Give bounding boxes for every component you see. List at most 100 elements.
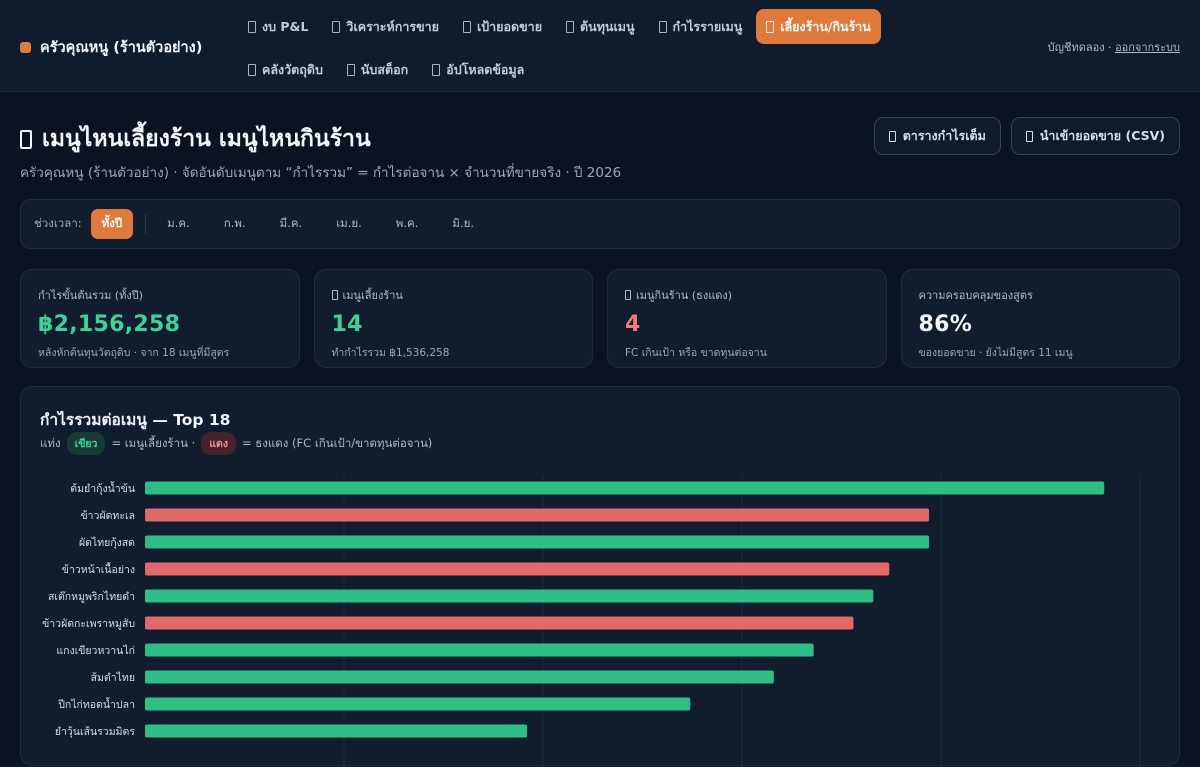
bar-red-flag[interactable] [145, 616, 854, 630]
nav-menu-profit[interactable]: กำไรรายเมนู [649, 9, 753, 44]
nav-menu-cost-label: ต้นทุนเมนู [580, 18, 635, 34]
import-icon [1025, 130, 1033, 142]
page-title-text: เมนูไหนเลี้ยงร้าน เมนูไหนกินร้าน [42, 126, 371, 152]
bar-label: ข้าวผัดกะเพราหมูสับ [42, 618, 135, 630]
nav-pnl-label: งบ P&L [262, 18, 309, 34]
period-filter-divider [145, 214, 147, 234]
nav-sales-analysis[interactable]: วิเคราะห์การขาย [322, 9, 449, 44]
kpi-value: 14 [331, 312, 363, 337]
nav-menu-profit-icon [658, 20, 667, 33]
nav-pnl[interactable]: งบ P&L [238, 9, 318, 44]
bar-profitable[interactable] [145, 535, 930, 549]
bar-profitable[interactable] [145, 724, 528, 738]
legend-green-pill: เขียว [66, 432, 106, 455]
logout-link[interactable]: ออกจากระบบ [1115, 41, 1180, 54]
nav-menu-engineering-label: เลี้ยงร้าน/กินร้าน [780, 18, 871, 34]
bar-label: ปีกไก่ทอดน้ำปลา [58, 697, 135, 711]
nav-menu-cost[interactable]: ต้นทุนเมนู [556, 9, 645, 44]
page-subtitle: ครัวคุณหนู (ร้านตัวอย่าง) · จัดอันดับเมน… [20, 165, 622, 181]
kpi-note: ของยอดขาย · ยังไม่มีสูตร 11 เมนู [918, 347, 1073, 359]
nav-upload[interactable]: อัปโหลดข้อมูล [422, 52, 534, 87]
header-actions: ตารางกำไรเต็ม นำเข้ายอดขาย (CSV) [873, 117, 1180, 155]
bar-label: ผัดไทยกุ้งสด [79, 536, 135, 549]
nav-sales-target-icon [462, 20, 471, 33]
kpi-note: ทำกำไรรวม ฿1,536,258 [331, 347, 450, 359]
bar-label: ต้มยำกุ้งน้ำข้น [70, 481, 135, 495]
chart-legend: แท่ง เขียว = เมนูเลี้ยงร้าน · แดง = ธงแด… [40, 432, 432, 455]
nav-menu-cost-icon [566, 20, 575, 33]
period-filter: ช่วงเวลา: ทั้งปี ม.ค. ก.พ. มี.ค. เม.ย. พ.ค. ม… [20, 199, 1180, 249]
top-navigation-bar: ครัวคุณหนู (ร้านตัวอย่าง) งบ P&L วิเคราะห… [0, 0, 1200, 92]
profit-table-button[interactable]: ตารางกำไรเต็ม [873, 117, 1001, 155]
brand-name: ครัวคุณหนู (ร้านตัวอย่าง) [40, 40, 203, 56]
kpi-note: หลังหักต้นทุนวัตถุดิบ · จาก 18 เมนูที่มี… [38, 347, 230, 359]
account-separator: · [1104, 41, 1116, 54]
bar-red-flag[interactable] [145, 508, 930, 522]
bar-red-flag[interactable] [145, 562, 890, 576]
kpi-label: กำไรขั้นต้นรวม (ทั้งปี) [38, 286, 282, 304]
nav-inventory-label: คลังวัตถุดิบ [262, 61, 323, 77]
period-chip-month-5[interactable]: พ.ค. [385, 209, 430, 239]
chart-title: กำไรรวมต่อเมนู — Top 18 [40, 411, 231, 429]
kpi-row: กำไรขั้นต้นรวม (ทั้งปี) ฿2,156,258 หลังหัก… [20, 269, 1180, 368]
bar-profitable[interactable] [145, 697, 691, 711]
kpi-value: ฿2,156,258 [38, 312, 181, 337]
period-chip-month-6[interactable]: มิ.ย. [441, 209, 485, 239]
nav-stock-count[interactable]: นับสต็อก [337, 52, 418, 87]
table-icon [888, 130, 896, 142]
main-nav: งบ P&L วิเคราะห์การขาย เป้ายอดขาย ต้นทุนเมน… [238, 9, 938, 87]
kpi-label-text: ความครอบคลุมของสูตร [918, 289, 1033, 302]
bar-label: ข้าวผัดทะเล [80, 510, 135, 522]
kpi-label-text: กำไรขั้นต้นรวม (ทั้งปี) [38, 289, 143, 302]
nav-menu-profit-label: กำไรรายเมนู [672, 18, 743, 34]
kpi-value: 4 [625, 312, 641, 337]
kpi-label-text: เมนูกินร้าน (ธงแดง) [636, 289, 733, 302]
nav-sales-target[interactable]: เป้ายอดขาย [453, 9, 552, 44]
legend-prefix: แท่ง [40, 435, 61, 450]
kpi-label-text: เมนูเลี้ยงร้าน [342, 289, 403, 302]
page-title: เมนูไหนเลี้ยงร้าน เมนูไหนกินร้าน [20, 121, 371, 157]
kpi-card-2: เมนูเลี้ยงร้าน 14 ทำกำไรรวม ฿1,536,258 [313, 269, 593, 368]
kpi-value: 86% [918, 312, 973, 337]
period-chip-month-1[interactable]: ม.ค. [156, 209, 201, 239]
nav-sales-analysis-label: วิเคราะห์การขาย [346, 18, 439, 34]
period-chip-month-2[interactable]: ก.พ. [213, 209, 257, 239]
bar-label: แกงเขียวหวานไก่ [56, 644, 135, 657]
bar-label: ส้มตำไทย [91, 671, 135, 684]
nav-stock-count-label: นับสต็อก [360, 61, 409, 77]
brand[interactable]: ครัวคุณหนู (ร้านตัวอย่าง) [20, 36, 202, 59]
page-title-icon [20, 129, 32, 149]
period-chip-month-3[interactable]: มี.ค. [269, 209, 314, 239]
kpi-card-3: เมนูกินร้าน (ธงแดง) 4 FC เกินเป้า หรือ ขาด… [607, 269, 887, 368]
legend-red-text: = ธงแดง (FC เกินเป้า/ขาดทุนต่อจาน) [241, 435, 433, 450]
nav-pnl-icon [248, 20, 256, 33]
nav-stock-count-icon [346, 63, 355, 76]
kpi-label-icon [331, 290, 338, 300]
nav-inventory-icon [248, 63, 256, 76]
kpi-label: เมนูกินร้าน (ธงแดง) [625, 286, 869, 304]
bar-profitable[interactable] [145, 589, 874, 603]
menu-profit-chart-card: ต้มยำกุ้งน้ำข้นข้าวผัดทะเลผัดไทยกุ้งสดข้… [20, 386, 1180, 767]
kpi-label: เมนูเลี้ยงร้าน [331, 286, 576, 304]
import-sales-csv-button[interactable]: นำเข้ายอดขาย (CSV) [1010, 117, 1180, 155]
import-sales-button-label: นำเข้ายอดขาย (CSV) [1039, 128, 1165, 143]
brand-logo-icon [20, 42, 31, 53]
nav-upload-label: อัปโหลดข้อมูล [446, 61, 525, 77]
kpi-label: ความครอบคลุมของสูตร [919, 286, 1163, 304]
nav-inventory[interactable]: คลังวัตถุดิบ [238, 52, 333, 87]
kpi-label-icon [625, 290, 631, 300]
bar-profitable[interactable] [145, 643, 814, 657]
legend-green-text: = เมนูเลี้ยงร้าน · [111, 435, 196, 450]
bar-label: ยำวุ้นเส้นรวมมิตร [55, 726, 135, 738]
period-filter-label: ช่วงเวลา: [34, 216, 82, 230]
nav-upload-icon [432, 63, 441, 76]
bar-profitable[interactable] [145, 670, 774, 684]
account-area: บัญชีทดลอง · ออกจากระบบ [1048, 38, 1180, 56]
period-chip-all-year[interactable]: ทั้งปี [90, 209, 134, 239]
kpi-note: FC เกินเป้า หรือ ขาดทุนต่อจาน [625, 347, 767, 359]
bar-label: ข้าวหน้าเนื้อย่าง [62, 562, 135, 576]
nav-menu-engineering[interactable]: เลี้ยงร้าน/กินร้าน [756, 9, 881, 44]
period-chip-month-4[interactable]: เม.ย. [325, 209, 373, 239]
bar-profitable[interactable] [145, 481, 1105, 495]
nav-sales-analysis-icon [332, 20, 341, 33]
